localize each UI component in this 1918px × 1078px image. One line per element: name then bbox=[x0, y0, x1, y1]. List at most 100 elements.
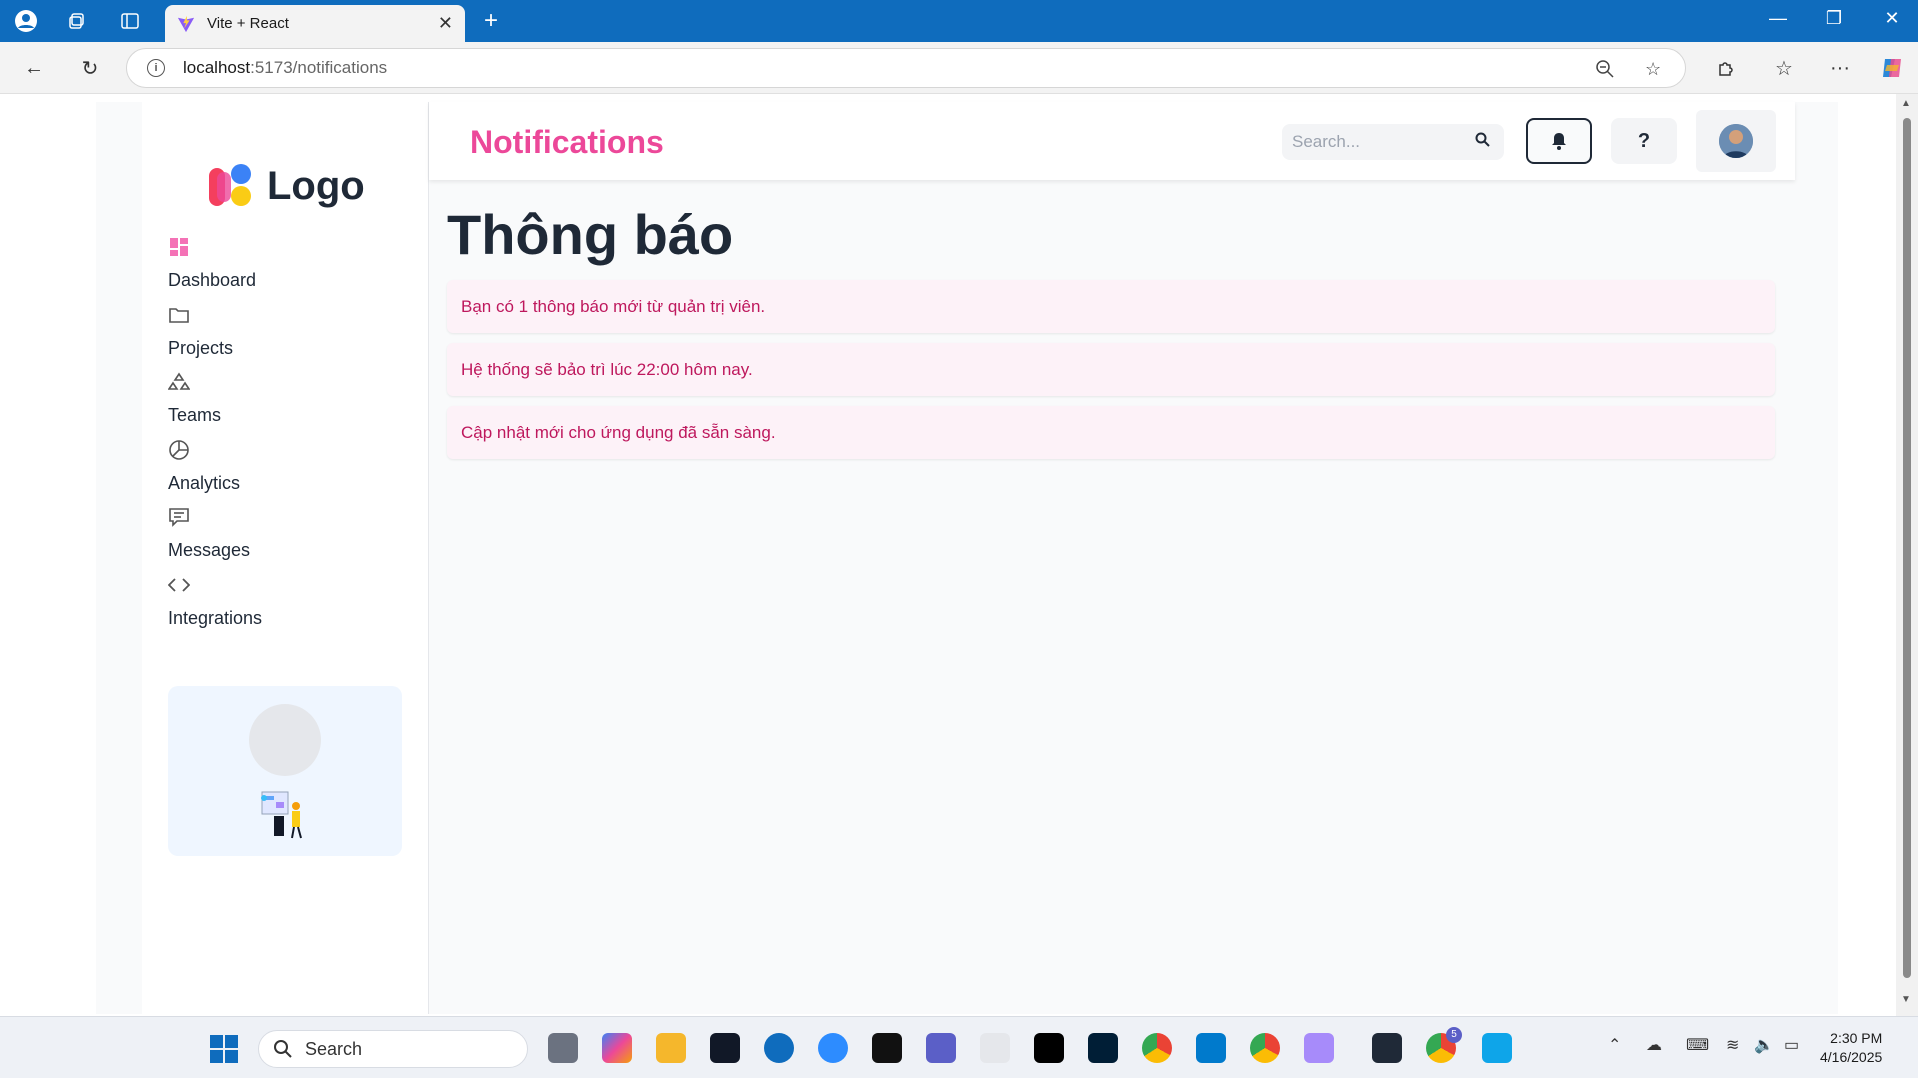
help-button[interactable]: ? bbox=[1611, 118, 1677, 164]
chrome-icon[interactable] bbox=[1142, 1033, 1172, 1063]
copilot-icon[interactable] bbox=[1878, 54, 1906, 82]
zoom-icon[interactable] bbox=[818, 1033, 848, 1063]
zoom-icon[interactable] bbox=[1595, 49, 1615, 89]
logo-mark-icon bbox=[207, 162, 257, 210]
sidebar-item-dashboard[interactable]: Dashboard bbox=[168, 236, 262, 304]
sidebar-item-projects[interactable]: Projects bbox=[168, 304, 262, 372]
windows-start-icon[interactable] bbox=[210, 1035, 238, 1063]
edge-icon[interactable] bbox=[764, 1033, 794, 1063]
vite-icon bbox=[177, 15, 195, 32]
logo-text: Logo bbox=[267, 163, 365, 208]
volume-icon[interactable]: 🔈 bbox=[1754, 1035, 1774, 1055]
lightroom-icon[interactable] bbox=[1088, 1033, 1118, 1063]
top-header: Notifications Search... ? bbox=[429, 102, 1795, 180]
message-icon bbox=[168, 506, 190, 528]
sidebar-item-messages[interactable]: Messages bbox=[168, 506, 262, 574]
info-icon[interactable]: i bbox=[147, 59, 165, 77]
chrome-profile-icon[interactable] bbox=[1250, 1033, 1280, 1063]
browser-titlebar: Vite + React ✕ + — ❐ ✕ bbox=[0, 0, 1918, 42]
sidebar-item-analytics[interactable]: Analytics bbox=[168, 439, 262, 507]
search-icon[interactable] bbox=[1475, 132, 1490, 151]
vscode-icon[interactable] bbox=[1196, 1033, 1226, 1063]
workspaces-icon[interactable] bbox=[65, 9, 89, 33]
notification-item[interactable]: Hệ thống sẽ bảo trì lúc 22:00 hôm nay. bbox=[447, 343, 1775, 396]
chevron-up-icon[interactable]: ⌃ bbox=[1608, 1035, 1621, 1055]
wifi-icon[interactable]: ≋ bbox=[1726, 1035, 1739, 1055]
notification-item[interactable]: Cập nhật mới cho ứng dụng đã sẵn sàng. bbox=[447, 406, 1775, 459]
taskbar-search[interactable]: Search bbox=[258, 1030, 528, 1068]
teams-app-icon[interactable] bbox=[926, 1033, 956, 1063]
browser-tab[interactable]: Vite + React ✕ bbox=[165, 5, 465, 42]
terminal-icon[interactable] bbox=[1372, 1033, 1402, 1063]
taskbar: Search 5 ⌃ ☁ ⌨ ≋ 🔈 ▭ 2:30 PM 4/16/2025 bbox=[0, 1016, 1918, 1078]
task-view-icon[interactable] bbox=[548, 1033, 578, 1063]
sidebar-item-label: Analytics bbox=[168, 472, 241, 493]
main-heading: Thông báo bbox=[447, 203, 734, 266]
onedrive-icon[interactable]: ☁ bbox=[1646, 1035, 1662, 1055]
sidebar-nav: Dashboard Projects Teams Analytics Messa… bbox=[168, 236, 262, 641]
address-bar-row: ← ↻ i localhost:5173/notifications ☆ ☆ ·… bbox=[0, 42, 1918, 94]
code-icon bbox=[168, 574, 190, 596]
restore-icon[interactable]: ❐ bbox=[1814, 8, 1854, 29]
pie-chart-icon bbox=[168, 439, 190, 461]
sidebar-item-teams[interactable]: Teams bbox=[168, 371, 262, 439]
url-host: localhost bbox=[183, 58, 251, 77]
promo-illustration-icon bbox=[261, 791, 302, 839]
promo-card bbox=[168, 686, 402, 856]
battery-icon[interactable]: ▭ bbox=[1784, 1035, 1799, 1055]
chrome-badge-icon[interactable]: 5 bbox=[1426, 1027, 1462, 1063]
taskbar-clock[interactable]: 2:30 PM 4/16/2025 bbox=[1820, 1029, 1882, 1067]
search-icon bbox=[274, 1040, 292, 1058]
minimize-icon[interactable]: — bbox=[1758, 8, 1798, 29]
sidebar-item-label: Dashboard bbox=[168, 270, 257, 290]
url-field[interactable]: i localhost:5173/notifications ☆ bbox=[126, 48, 1686, 88]
vertical-tabs-icon[interactable] bbox=[118, 9, 142, 33]
scroll-thumb[interactable] bbox=[1903, 118, 1911, 978]
search-input[interactable]: Search... bbox=[1282, 124, 1504, 160]
photos-icon[interactable] bbox=[1482, 1033, 1512, 1063]
url-path: :5173/notifications bbox=[250, 58, 388, 77]
capcut-icon[interactable] bbox=[872, 1033, 902, 1063]
dropbox-icon[interactable] bbox=[710, 1033, 740, 1063]
scrollbar[interactable]: ▲ ▼ bbox=[1896, 94, 1918, 1016]
file-explorer-icon[interactable] bbox=[656, 1033, 686, 1063]
scroll-up-icon[interactable]: ▲ bbox=[1901, 98, 1911, 109]
notification-list: Bạn có 1 thông báo mới từ quản trị viên.… bbox=[447, 280, 1775, 469]
logo[interactable]: Logo bbox=[207, 162, 365, 210]
sidebar-item-integrations[interactable]: Integrations bbox=[168, 574, 262, 642]
copilot-app-icon[interactable] bbox=[602, 1033, 632, 1063]
sidebar: Logo Dashboard Projects Teams Analytics … bbox=[142, 102, 429, 1014]
sidebar-item-label: Projects bbox=[168, 337, 234, 358]
bell-icon bbox=[1552, 133, 1566, 150]
profile-button[interactable] bbox=[1696, 110, 1776, 172]
close-window-icon[interactable]: ✕ bbox=[1872, 8, 1912, 29]
keyboard-icon[interactable]: ⌨ bbox=[1686, 1035, 1709, 1055]
folder-icon bbox=[168, 304, 190, 326]
more-icon[interactable]: ··· bbox=[1826, 54, 1854, 82]
clock-date: 4/16/2025 bbox=[1820, 1049, 1883, 1065]
notification-item[interactable]: Bạn có 1 thông báo mới từ quản trị viên. bbox=[447, 280, 1775, 333]
profile-icon[interactable] bbox=[14, 9, 38, 33]
tab-title: Vite + React bbox=[207, 15, 289, 32]
taskbar-search-label: Search bbox=[305, 1038, 363, 1059]
avatar bbox=[1719, 124, 1753, 158]
clock-time: 2:30 PM bbox=[1830, 1030, 1883, 1046]
notification-badge: 5 bbox=[1446, 1027, 1462, 1043]
close-tab-icon[interactable]: ✕ bbox=[438, 13, 453, 34]
favorites-icon[interactable]: ☆ bbox=[1770, 54, 1798, 82]
scroll-down-icon[interactable]: ▼ bbox=[1901, 994, 1911, 1005]
notifications-button[interactable] bbox=[1526, 118, 1592, 164]
app-icon[interactable] bbox=[980, 1033, 1010, 1063]
back-icon[interactable]: ← bbox=[20, 54, 48, 82]
refresh-icon[interactable]: ↻ bbox=[76, 54, 104, 82]
gemini-icon[interactable] bbox=[1304, 1033, 1334, 1063]
favorite-star-icon[interactable]: ☆ bbox=[1645, 49, 1661, 89]
promo-avatar-placeholder bbox=[249, 704, 321, 776]
extensions-icon[interactable] bbox=[1712, 54, 1740, 82]
dashboard-grid-icon bbox=[168, 236, 190, 258]
intellij-icon[interactable] bbox=[1034, 1033, 1064, 1063]
page-title: Notifications bbox=[470, 124, 664, 160]
new-tab-icon[interactable]: + bbox=[479, 7, 503, 34]
sidebar-item-label: Messages bbox=[168, 540, 251, 560]
teams-icon bbox=[168, 371, 190, 393]
